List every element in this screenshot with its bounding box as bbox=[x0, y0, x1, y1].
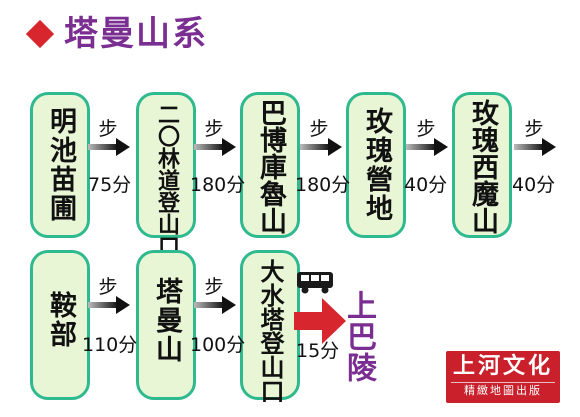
travel-mode-walk: 步 bbox=[309, 118, 329, 140]
station-dashuita-trailhead[interactable]: 大水塔登山口 bbox=[240, 250, 300, 403]
station-rose-camp[interactable]: 玫瑰營地 bbox=[346, 92, 406, 238]
travel-time: 180分 bbox=[190, 174, 246, 196]
station-label: 二〇林道登山口 bbox=[154, 103, 179, 257]
station-babokulu-mountain[interactable]: 巴博庫魯山 bbox=[240, 92, 300, 238]
travel-mode-walk: 步 bbox=[204, 276, 224, 298]
travel-time: 180分 bbox=[295, 174, 351, 196]
station-mingchi-nursery[interactable]: 明池苗圃 bbox=[30, 92, 90, 238]
station-label: 鞍部 bbox=[45, 291, 76, 349]
travel-mode-walk: 步 bbox=[98, 276, 118, 298]
travel-mode-walk: 步 bbox=[416, 118, 436, 140]
arrow-right-icon bbox=[88, 296, 130, 314]
travel-mode-walk: 步 bbox=[204, 118, 224, 140]
station-label: 巴博庫魯山 bbox=[255, 99, 286, 234]
logo-sub-text: 精緻地圖出版 bbox=[451, 382, 555, 399]
arrow-right-icon bbox=[194, 138, 236, 156]
station-saddle[interactable]: 鞍部 bbox=[30, 250, 90, 400]
station-rose-ximo-mountain[interactable]: 玫瑰西魔山 bbox=[452, 92, 512, 238]
arrow-right-icon bbox=[514, 138, 556, 156]
travel-time: 110分 bbox=[82, 334, 138, 356]
arrow-right-icon bbox=[300, 138, 342, 156]
page-title: 塔曼山系 bbox=[64, 14, 208, 54]
travel-mode-walk: 步 bbox=[524, 118, 544, 140]
diamond-icon bbox=[25, 19, 55, 49]
station-label: 塔曼山 bbox=[151, 277, 182, 364]
destination-label: 上巴陵 bbox=[341, 290, 376, 383]
header: 塔曼山系 bbox=[24, 10, 208, 58]
station-label: 玫瑰營地 bbox=[361, 107, 392, 223]
station-label: 玫瑰西魔山 bbox=[467, 99, 498, 234]
arrow-right-icon bbox=[194, 296, 236, 314]
station-label: 大水塔登山口 bbox=[256, 259, 284, 403]
arrow-right-icon bbox=[406, 138, 448, 156]
arrow-right-icon bbox=[88, 138, 130, 156]
station-20-forest-road-trailhead[interactable]: 二〇林道登山口 bbox=[136, 92, 196, 257]
bus-icon bbox=[297, 272, 333, 294]
travel-time: 40分 bbox=[404, 174, 448, 196]
travel-time: 15分 bbox=[296, 340, 340, 362]
publisher-logo: 上河文化 精緻地圖出版 bbox=[446, 351, 560, 403]
station-taman-mountain[interactable]: 塔曼山 bbox=[136, 250, 196, 400]
logo-main-text: 上河文化 bbox=[452, 354, 553, 379]
travel-time: 40分 bbox=[512, 174, 556, 196]
station-label: 明池苗圃 bbox=[45, 107, 76, 223]
travel-mode-walk: 步 bbox=[98, 118, 118, 140]
travel-time: 75分 bbox=[88, 174, 132, 196]
travel-time: 100分 bbox=[190, 334, 246, 356]
